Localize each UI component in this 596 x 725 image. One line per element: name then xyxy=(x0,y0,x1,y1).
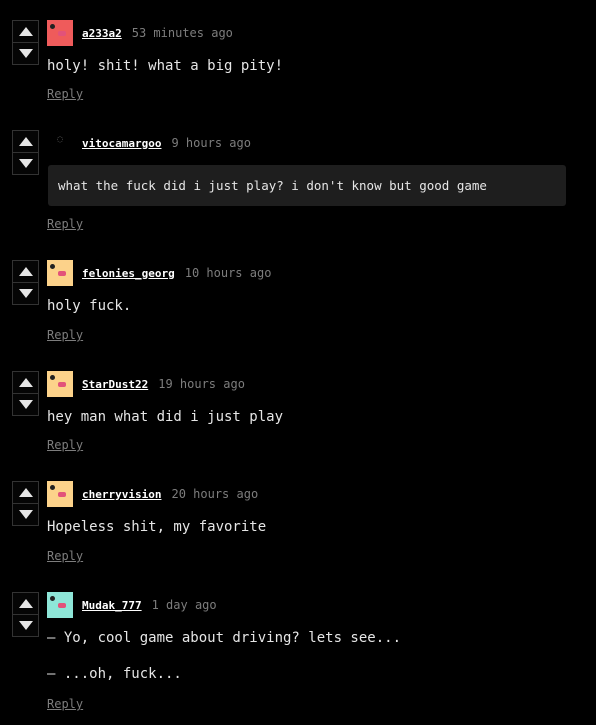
upvote-icon xyxy=(18,27,33,36)
comment-header: a233a2 53 minutes ago xyxy=(47,20,233,46)
username-link[interactable]: StarDust22 xyxy=(82,378,148,391)
username-link[interactable]: a233a2 xyxy=(82,27,122,40)
avatar xyxy=(47,592,73,618)
upvote-button[interactable] xyxy=(13,593,38,614)
username-link[interactable]: Mudak_777 xyxy=(82,599,142,612)
downvote-icon xyxy=(18,510,33,519)
reply-link[interactable]: Reply xyxy=(47,217,83,231)
reply-link[interactable]: Reply xyxy=(47,697,83,711)
upvote-button[interactable] xyxy=(13,21,38,42)
comment-text: Hopeless shit, my favorite xyxy=(47,519,267,535)
upvote-button[interactable] xyxy=(13,482,38,503)
vote-control xyxy=(12,20,39,65)
username-link[interactable]: cherryvision xyxy=(82,488,161,501)
comment-time: 20 hours ago xyxy=(171,487,259,501)
downvote-button[interactable] xyxy=(13,503,38,525)
comment-time: 19 hours ago xyxy=(158,377,245,391)
comment-text: — Yo, cool game about driving? lets see.… xyxy=(47,630,402,646)
downvote-button[interactable] xyxy=(13,152,38,174)
upvote-icon xyxy=(18,599,33,608)
comment-quote-box: what the fuck did i just play? i don't k… xyxy=(48,165,566,206)
comment-text: holy fuck. xyxy=(47,298,132,314)
reply-link[interactable]: Reply xyxy=(47,438,83,452)
downvote-icon xyxy=(18,289,33,298)
vote-control xyxy=(12,592,39,637)
downvote-button[interactable] xyxy=(13,42,38,64)
comment-body: Hopeless shit, my favorite xyxy=(47,519,266,535)
upvote-icon xyxy=(18,488,33,497)
avatar xyxy=(47,260,73,286)
upvote-button[interactable] xyxy=(13,131,38,152)
comment-header: Mudak_777 1 day ago xyxy=(47,592,217,618)
vote-control xyxy=(12,260,39,305)
upvote-button[interactable] xyxy=(13,372,38,393)
downvote-icon xyxy=(18,49,33,58)
comment-text: — ...oh, fuck... xyxy=(47,666,182,682)
comment-body: — Yo, cool game about driving? lets see.… xyxy=(47,630,401,682)
username-link[interactable]: vitocamargoo xyxy=(82,137,161,150)
downvote-icon xyxy=(18,621,33,630)
downvote-button[interactable] xyxy=(13,614,38,636)
avatar xyxy=(47,371,73,397)
upvote-icon xyxy=(18,137,33,146)
avatar xyxy=(47,20,73,46)
reply-link[interactable]: Reply xyxy=(47,549,83,563)
reply-link[interactable]: Reply xyxy=(47,328,83,342)
vote-control xyxy=(12,130,39,175)
downvote-icon xyxy=(18,159,33,168)
avatar xyxy=(47,481,73,507)
comment-header: ◌ vitocamargoo 9 hours ago xyxy=(47,130,251,156)
comment-header: StarDust22 19 hours ago xyxy=(47,371,245,397)
comment-text: holy! shit! what a big pity! xyxy=(47,58,284,74)
comment-time: 53 minutes ago xyxy=(131,26,233,40)
vote-control xyxy=(12,481,39,526)
upvote-button[interactable] xyxy=(13,261,38,282)
downvote-button[interactable] xyxy=(13,282,38,304)
comment-time: 1 day ago xyxy=(151,598,217,612)
comment-body: holy fuck. xyxy=(47,298,131,314)
comment-body: holy! shit! what a big pity! xyxy=(47,58,283,74)
comment-time: 9 hours ago xyxy=(171,136,251,150)
comment-time: 10 hours ago xyxy=(184,266,272,280)
downvote-button[interactable] xyxy=(13,393,38,415)
comment-header: felonies_georg 10 hours ago xyxy=(47,260,271,286)
downvote-icon xyxy=(18,400,33,409)
upvote-icon xyxy=(18,378,33,387)
comment-header: cherryvision 20 hours ago xyxy=(47,481,258,507)
username-link[interactable]: felonies_georg xyxy=(82,267,175,280)
upvote-icon xyxy=(18,267,33,276)
vote-control xyxy=(12,371,39,416)
comment-body: hey man what did i just play xyxy=(47,409,283,425)
avatar-placeholder-icon: ◌ xyxy=(56,134,64,145)
reply-link[interactable]: Reply xyxy=(47,87,83,101)
comment-text: hey man what did i just play xyxy=(47,409,284,425)
